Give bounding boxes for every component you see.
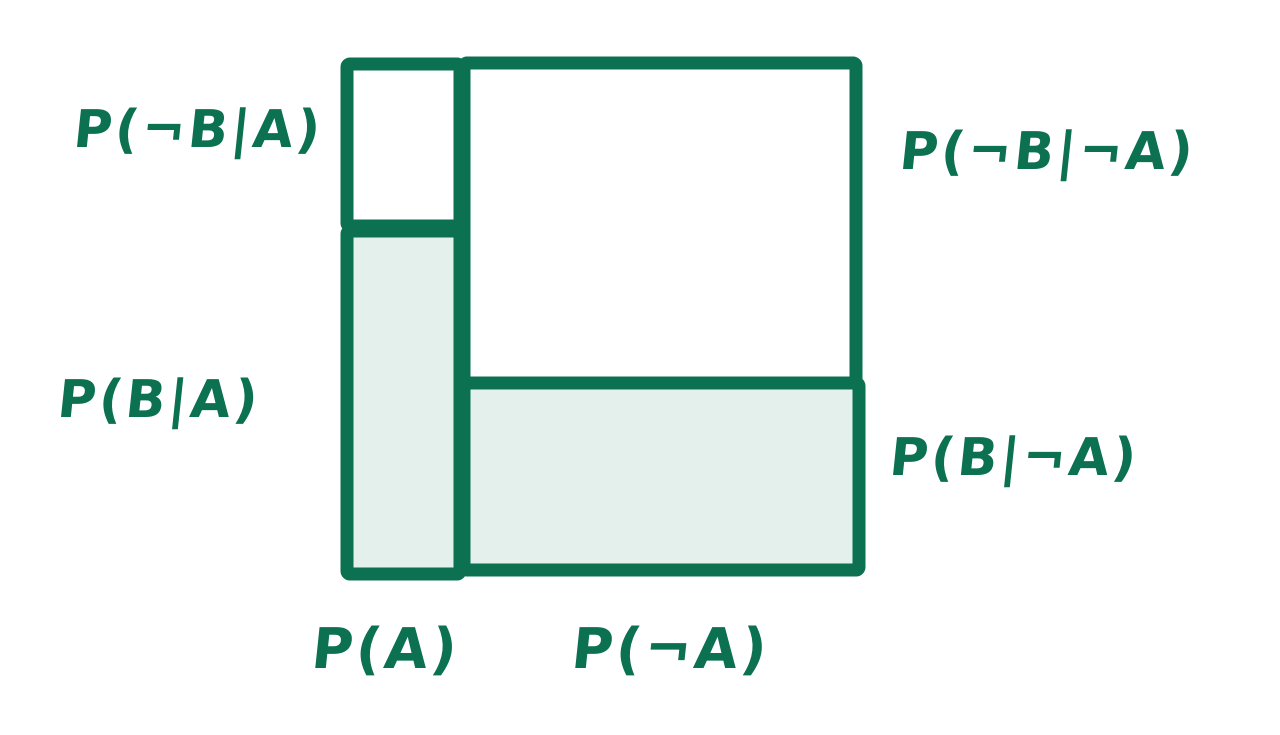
region-not-b-given-a	[340, 57, 467, 233]
label-p-not-b-given-not-a: P(¬B|¬A)	[896, 122, 1199, 182]
label-p-b-given-a: P(B|A)	[54, 370, 264, 430]
region-b-given-not-a	[457, 376, 866, 577]
label-p-not-b-given-a: P(¬B|A)	[70, 100, 327, 160]
label-p-a: P(A)	[308, 617, 464, 682]
region-not-b-given-not-a	[457, 56, 863, 390]
label-p-b-given-not-a: P(B|¬A)	[886, 428, 1143, 488]
region-b-given-a	[340, 224, 467, 581]
label-p-not-a: P(¬A)	[568, 617, 773, 682]
probability-square-diagram: P(¬B|A) P(B|A) P(¬B|¬A) P(B|¬A) P(A) P(¬…	[0, 0, 1280, 731]
